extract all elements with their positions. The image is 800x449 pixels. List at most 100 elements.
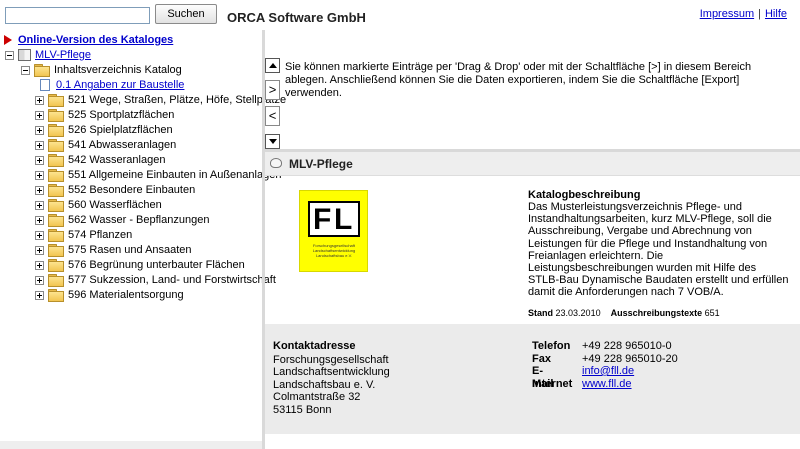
internet-label: Internet xyxy=(532,377,573,390)
folder-icon xyxy=(48,199,64,212)
contact-address: Forschungsgesellschaft Landschaftsentwic… xyxy=(273,354,390,416)
tree-item-label[interactable]: 560 Wasserflächen xyxy=(68,198,162,213)
tree-item-label[interactable]: 526 Spielplatzflächen xyxy=(68,123,173,138)
tree-item-row[interactable]: 596 Materialentsorgung xyxy=(35,288,184,303)
folder-icon xyxy=(34,64,50,77)
stand-label: Stand xyxy=(528,308,554,318)
email-link[interactable]: info@fll.de xyxy=(582,365,634,377)
phone-value: +49 228 965010-0 xyxy=(582,340,672,352)
phone-label: Telefon xyxy=(532,340,571,352)
tree-item-row[interactable]: 552 Besondere Einbauten xyxy=(35,183,195,198)
tree-item-row[interactable]: 525 Sportplatzflächen xyxy=(35,108,174,123)
tree-item-label[interactable]: 542 Wasseranlagen xyxy=(68,153,165,168)
tree-item-label[interactable]: 552 Besondere Einbauten xyxy=(68,183,195,198)
stand-value: 23.03.2010 xyxy=(555,308,601,318)
tree-root-label[interactable]: MLV-Pflege xyxy=(35,48,91,63)
move-down-button[interactable] xyxy=(265,134,280,149)
catalog-meta: Stand 23.03.2010 Ausschreibungstexte 651 xyxy=(528,308,720,318)
expand-icon[interactable] xyxy=(35,111,44,120)
expand-icon[interactable] xyxy=(35,291,44,300)
description-body: Das Musterleistungsverzeichnis Pflege- u… xyxy=(528,201,789,299)
expand-icon[interactable] xyxy=(35,96,44,105)
expand-icon[interactable] xyxy=(35,126,44,135)
email-value: info@fll.de xyxy=(582,365,634,378)
expand-icon[interactable] xyxy=(35,276,44,285)
expand-icon[interactable] xyxy=(35,201,44,210)
tree-item-row[interactable]: 574 Pflanzen xyxy=(35,228,132,243)
tree-item-label[interactable]: 562 Wasser - Bepflanzungen xyxy=(68,213,209,228)
catalog-title: MLV-Pflege xyxy=(289,157,353,171)
collapse-icon[interactable] xyxy=(5,51,14,60)
expand-icon[interactable] xyxy=(35,216,44,225)
tree-item-row[interactable]: 562 Wasser - Bepflanzungen xyxy=(35,213,209,228)
tree-toc-label[interactable]: Inhaltsverzeichnis Katalog xyxy=(54,63,182,78)
folder-icon xyxy=(48,154,64,167)
texts-label: Ausschreibungstexte xyxy=(610,308,703,318)
tree-item-label[interactable]: 596 Materialentsorgung xyxy=(68,288,184,303)
tree-item-label[interactable]: 574 Pflanzen xyxy=(68,228,132,243)
tree-item-row[interactable]: 542 Wasseranlagen xyxy=(35,153,165,168)
move-right-button[interactable]: > xyxy=(265,80,280,100)
tree-item-row[interactable]: 526 Spielplatzflächen xyxy=(35,123,173,138)
folder-icon xyxy=(48,214,64,227)
arrow-up-icon xyxy=(269,63,277,68)
expand-icon[interactable] xyxy=(35,171,44,180)
tree-item-label[interactable]: 575 Rasen und Ansaaten xyxy=(68,243,192,258)
move-left-button[interactable]: < xyxy=(265,106,280,126)
link-separator: | xyxy=(758,8,761,20)
tree-item-row[interactable]: 560 Wasserflächen xyxy=(35,198,162,213)
address-line: 53115 Bonn xyxy=(273,403,332,416)
folder-icon xyxy=(48,169,64,182)
tree-item-row[interactable]: 577 Sukzession, Land- und Forstwirtschaf… xyxy=(35,273,276,288)
address-line: Forschungsgesellschaft xyxy=(273,354,389,366)
expand-icon[interactable] xyxy=(35,246,44,255)
search-input[interactable] xyxy=(5,7,150,24)
hilfe-link[interactable]: Hilfe xyxy=(765,8,787,20)
tree-item-label[interactable]: 0.1 Angaben zur Baustelle xyxy=(56,78,184,93)
contact-title: Kontaktadresse xyxy=(273,340,356,352)
online-version-link[interactable]: Online-Version des Kataloges xyxy=(18,33,173,48)
logo-mark: F L xyxy=(308,201,360,237)
dropzone-instructions: Sie können markierte Einträge per 'Drag … xyxy=(285,61,752,99)
tree-item-row[interactable]: 541 Abwasseranlagen xyxy=(35,138,176,153)
online-version-row[interactable]: Online-Version des Kataloges xyxy=(4,33,173,48)
expand-icon[interactable] xyxy=(35,141,44,150)
right-panel-bottom xyxy=(265,434,800,449)
tree-item-label[interactable]: 576 Begrünung unterbauter Flächen xyxy=(68,258,245,273)
expand-icon[interactable] xyxy=(35,231,44,240)
move-up-button[interactable] xyxy=(265,58,280,73)
tree-root-row[interactable]: MLV-Pflege xyxy=(5,48,91,63)
header-bar: Suchen ORCA Software GmbH Impressum | Hilf… xyxy=(0,0,800,30)
expand-icon[interactable] xyxy=(35,261,44,270)
tree-item-row[interactable]: 575 Rasen und Ansaaten xyxy=(35,243,192,258)
tree-item-label[interactable]: 525 Sportplatzflächen xyxy=(68,108,174,123)
fax-value: +49 228 965010-20 xyxy=(582,352,678,365)
tree-item-row[interactable]: 551 Allgemeine Einbauten in Außenanlagen xyxy=(35,168,281,183)
catalog-tree-panel: Online-Version des Kataloges MLV-Pflege … xyxy=(0,30,286,449)
internet-link[interactable]: www.fll.de xyxy=(582,378,632,390)
tree-item-label[interactable]: 521 Wege, Straßen, Plätze, Höfe, Stellpl… xyxy=(68,93,286,108)
description-title: Katalogbeschreibung xyxy=(528,189,641,201)
tree-item-label[interactable]: 577 Sukzession, Land- und Forstwirtschaf… xyxy=(68,273,276,288)
tree-toc-row[interactable]: Inhaltsverzeichnis Katalog xyxy=(21,63,182,78)
expand-icon[interactable] xyxy=(35,156,44,165)
tree-item-label[interactable]: 541 Abwasseranlagen xyxy=(68,138,176,153)
tree-item-row[interactable]: 0.1 Angaben zur Baustelle xyxy=(40,78,184,93)
logo-letter-l: L xyxy=(334,203,353,236)
horizontal-scrollbar[interactable] xyxy=(0,441,262,449)
top-links: Impressum | Hilfe xyxy=(700,8,787,20)
expand-icon[interactable] xyxy=(35,186,44,195)
address-line: Landschaftsbau e. V. xyxy=(273,378,376,391)
impressum-link[interactable]: Impressum xyxy=(700,8,754,20)
red-arrow-icon xyxy=(4,35,12,45)
tree-item-row[interactable]: 521 Wege, Straßen, Plätze, Höfe, Stellpl… xyxy=(35,93,286,108)
search-button[interactable]: Suchen xyxy=(155,4,217,24)
catalog-icon xyxy=(270,158,282,168)
logo-line: Landschaftsbau e.V. xyxy=(315,253,353,258)
tree-item-row[interactable]: 576 Begrünung unterbauter Flächen xyxy=(35,258,245,273)
collapse-icon[interactable] xyxy=(21,66,30,75)
logo-letter-f: F xyxy=(313,203,332,236)
folder-icon xyxy=(48,109,64,122)
texts-value: 651 xyxy=(704,308,720,318)
tree-item-label[interactable]: 551 Allgemeine Einbauten in Außenanlagen xyxy=(68,168,281,183)
